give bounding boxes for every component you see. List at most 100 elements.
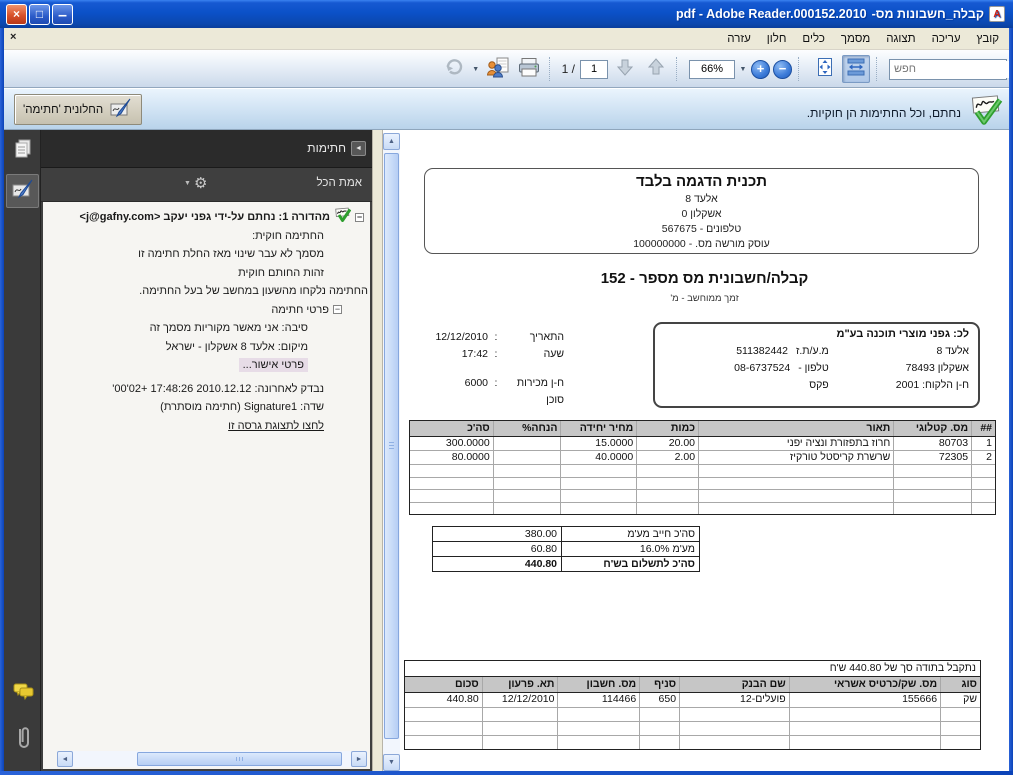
customer-phone-line: טלפון - 08-6737524 <box>664 360 829 377</box>
comments-tab[interactable] <box>6 677 39 711</box>
customer-box: לכ: גפני מוצרי תוכנה בע"מ אלעד 8 אשקלון … <box>653 322 980 408</box>
business-address-line: אלעד 8 <box>425 192 978 207</box>
empty-cell <box>789 708 940 721</box>
toolbar-separator <box>798 57 805 81</box>
menu-tools[interactable]: כלים <box>794 31 832 47</box>
panel-splitter[interactable] <box>372 130 383 771</box>
scroll-down-button[interactable]: ▼ <box>383 754 400 771</box>
menu-view[interactable]: תצוגה <box>878 31 923 47</box>
empty-cell <box>560 490 636 502</box>
maximize-button[interactable]: □ <box>29 4 50 25</box>
scroll-right-button[interactable]: ► <box>351 751 367 767</box>
scroll-up-button[interactable]: ▲ <box>383 133 400 150</box>
empty-cell <box>410 465 493 477</box>
collapse-minus-icon[interactable]: − <box>355 213 364 222</box>
empty-cell <box>493 465 561 477</box>
date-label: התאריך <box>504 331 564 343</box>
empty-cell <box>893 478 971 490</box>
page-navigation: 1 / <box>562 60 608 79</box>
payment-cell: 650 <box>639 693 679 707</box>
window-border-left <box>0 28 4 775</box>
vertical-scroll-thumb[interactable] <box>384 153 399 739</box>
share-button-disabled[interactable] <box>440 55 468 83</box>
signature-tree: − מהדורה 1: נחתם על-ידי גפני יעקב <j@gaf… <box>43 202 370 435</box>
toolbar: ▼ 1 / 66% ▼ + − ▼ <box>0 50 1013 88</box>
totals-value: 60.80 <box>433 542 562 556</box>
agent-row: סוכן <box>404 391 564 408</box>
date-value: 12/12/2010 <box>435 331 488 343</box>
arrow-down-icon <box>614 56 636 83</box>
last-checked-line: נבדק לאחרונה: 2010.12.12 17:48:26 +02'00… <box>43 380 370 399</box>
revision-label: מהדורה 1: נחתם על-ידי גפני יעקב <j@gafny… <box>80 208 330 227</box>
item-cell: 72305 <box>893 451 971 464</box>
sales-account-label: ח-ן מכירות <box>504 377 564 389</box>
menubar-close-icon[interactable]: × <box>10 31 16 43</box>
close-button[interactable]: × <box>6 4 27 25</box>
colon: : <box>488 331 504 343</box>
item-cell: חרוז בתפזורת ונציה יפני <box>698 437 893 450</box>
gear-icon: ⚙ <box>194 174 207 192</box>
collapse-minus-icon[interactable]: − <box>333 305 342 314</box>
signature-tab-icon <box>11 179 35 204</box>
menu-window[interactable]: חלון <box>759 31 795 47</box>
signatures-panel-title: חתימות <box>307 141 346 155</box>
signature-reason: סיבה: אני מאשר מקוריות מסמך זה <box>43 319 370 338</box>
empty-cell <box>557 722 639 735</box>
empty-cell <box>971 490 995 502</box>
email-button[interactable] <box>484 55 512 83</box>
pdf-icon: A <box>989 6 1005 22</box>
menu-file[interactable]: קובץ <box>969 31 1007 47</box>
signature-panel-button[interactable]: החלונית 'חתימה' <box>14 94 142 125</box>
empty-cell <box>789 736 940 749</box>
zoom-in-button[interactable]: + <box>751 60 770 79</box>
print-button[interactable] <box>515 55 543 83</box>
search-input[interactable] <box>890 61 1013 78</box>
vat-label: מ.ע/ת.ז <box>796 343 829 360</box>
signature-details-group[interactable]: − פרטי חתימה <box>43 301 370 320</box>
payment-row-empty <box>405 722 980 736</box>
minimize-button[interactable]: ▁ <box>52 4 73 25</box>
menu-help[interactable]: עזרה <box>719 31 759 47</box>
payment-cell: 12/12/2010 <box>482 693 558 707</box>
empty-cell <box>698 490 893 502</box>
panel-options-button[interactable]: ▼ ⚙ <box>184 174 207 192</box>
zoom-caret-icon[interactable]: ▼ <box>738 66 748 73</box>
signatures-tab[interactable] <box>6 174 39 208</box>
item-cell: 20.00 <box>636 437 698 450</box>
signature-revision-item[interactable]: − מהדורה 1: נחתם על-ידי גפני יעקב <j@gaf… <box>43 208 364 227</box>
next-page-button[interactable] <box>611 55 639 83</box>
window-title-hebrew: קבלה_חשבונות מס- <box>872 7 984 21</box>
fit-page-button[interactable] <box>811 55 839 83</box>
certificate-details-button[interactable]: פרטי אישור... <box>239 358 308 372</box>
menu-document[interactable]: מסמך <box>833 31 878 47</box>
fit-page-icon <box>814 56 836 83</box>
toolbar-separator <box>549 57 556 81</box>
item-cell: 1 <box>971 437 995 450</box>
fit-width-button[interactable] <box>842 55 870 83</box>
comments-icon <box>12 682 34 707</box>
empty-cell <box>560 465 636 477</box>
document-vertical-scrollbar[interactable]: ▲ ▼ <box>383 133 400 771</box>
validate-all-button[interactable]: אמת הכל <box>317 177 362 189</box>
zoom-level-box[interactable]: 66% <box>689 60 735 79</box>
column-header: סה'כ <box>410 421 493 436</box>
share-caret-icon[interactable]: ▼ <box>471 66 481 73</box>
scroll-left-button[interactable]: ◄ <box>57 751 73 767</box>
pages-tab[interactable] <box>6 134 39 168</box>
menu-edit[interactable]: עריכה <box>924 31 969 47</box>
previous-page-button[interactable] <box>642 55 670 83</box>
item-cell <box>493 451 561 464</box>
panel-collapse-button[interactable]: ◄ <box>351 141 366 156</box>
empty-cell <box>482 736 558 749</box>
document-area: תכנית הדגמה בלבד אלעד 8 אשקלון 0 טלפונים… <box>400 130 1009 771</box>
empty-cell <box>698 503 893 515</box>
business-phone-line: טלפונים - 567675 <box>425 222 978 237</box>
page-number-input[interactable] <box>580 60 608 79</box>
view-version-link[interactable]: לחצו לתצוגת גרסה זו <box>228 420 324 432</box>
empty-cell <box>636 490 698 502</box>
panel-horizontal-scrollbar[interactable]: ◄ ► <box>57 751 367 767</box>
items-table: ## מס. קטלוגי תאור כמות מחיר יחידה הנחה%… <box>409 420 996 515</box>
horizontal-scroll-thumb[interactable] <box>137 752 342 766</box>
zoom-out-button[interactable]: − <box>773 60 792 79</box>
attachments-tab[interactable] <box>6 723 39 757</box>
